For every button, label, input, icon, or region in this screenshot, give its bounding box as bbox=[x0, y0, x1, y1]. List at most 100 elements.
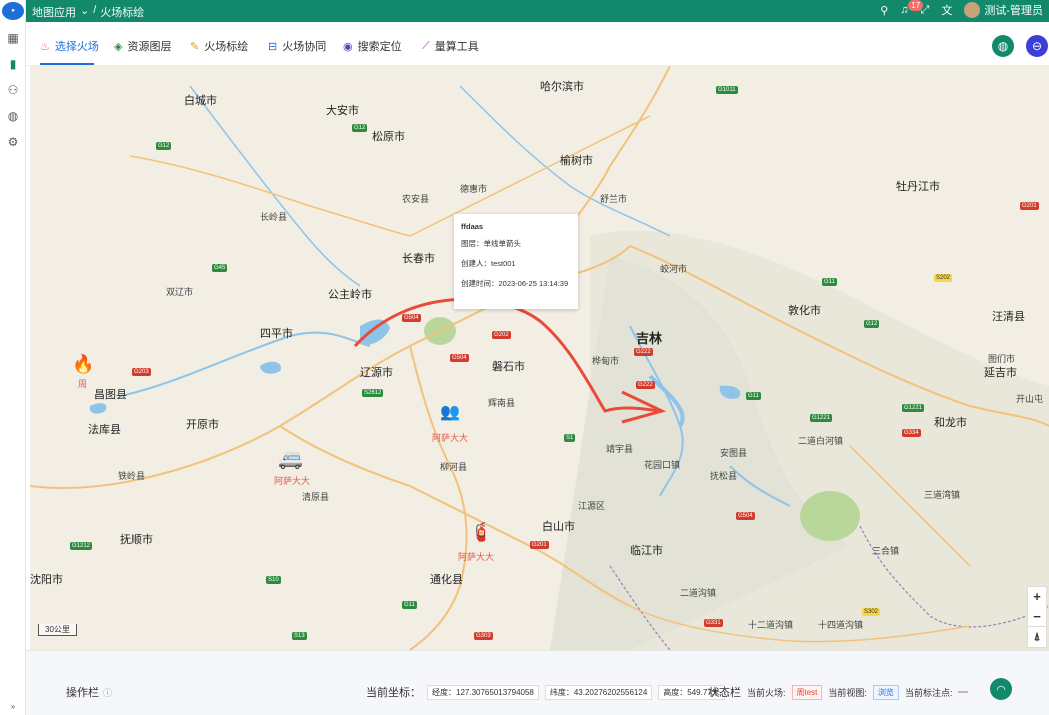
operation-bar-label: 操作栏 bbox=[66, 687, 99, 699]
lat-value: 43.20276202556124 bbox=[573, 687, 648, 697]
fire-marker-label: 周 bbox=[78, 379, 88, 389]
road-shield-g: G45 bbox=[212, 264, 228, 272]
road-shield-r: G334 bbox=[902, 429, 921, 437]
city-sandaowan: 三道湾镇 bbox=[924, 490, 961, 500]
popup-layer-row: 图层：单线单箭头 bbox=[461, 238, 571, 249]
road-shield-r: G222 bbox=[634, 348, 653, 356]
tab-label: 火场标绘 bbox=[204, 41, 249, 53]
pencil-icon: ✎ bbox=[190, 40, 200, 53]
lon-label: 经度： bbox=[432, 687, 456, 697]
city-mudanjiang: 牡丹江市 bbox=[896, 181, 940, 193]
road-shield-g: G1212 bbox=[70, 542, 93, 550]
breadcrumb-page: 火场标绘 bbox=[100, 7, 145, 19]
road-shield-g: G11 bbox=[746, 392, 761, 400]
bell-icon[interactable]: ♫ 17 bbox=[900, 0, 924, 16]
map-view[interactable]: 长春市 吉林 四平市 公主岭市 辽源市 磐石市 桦甸市 蛟河市 敦化市 汪清县 … bbox=[30, 66, 1049, 650]
current-coords-label: 当前坐标： bbox=[366, 687, 421, 699]
cur-view-label: 当前视图: bbox=[828, 687, 867, 698]
city-jingyu: 靖宇县 bbox=[606, 444, 634, 454]
city-jilin: 吉林 bbox=[636, 331, 663, 346]
popup-value: test001 bbox=[491, 259, 516, 268]
truck-marker-icon[interactable]: 🚐 bbox=[278, 446, 303, 471]
city-huadian: 桦甸市 bbox=[592, 356, 620, 366]
lock-button[interactable]: ⊖ bbox=[1026, 35, 1048, 57]
city-tumen: 图们市 bbox=[988, 354, 1016, 364]
road-shield-r: G504 bbox=[736, 512, 755, 520]
tab-measure-tools[interactable]: ⟋ 量算工具 bbox=[422, 38, 479, 54]
branch-icon[interactable]: ⚇ bbox=[5, 82, 21, 98]
lon-value: 127.30765013794058 bbox=[456, 687, 534, 697]
road-shield-r: G331 bbox=[704, 619, 723, 627]
info-icon[interactable]: ⓘ bbox=[103, 686, 112, 699]
tab-select-fire[interactable]: ♨ 选择火场 bbox=[40, 38, 99, 54]
road-shield-g: G1221 bbox=[902, 404, 925, 412]
road-shield-g: G12 bbox=[352, 124, 368, 132]
settings-icon[interactable]: ⚙ bbox=[5, 134, 21, 150]
city-linjiang: 临江市 bbox=[630, 545, 663, 557]
tab-label: 搜索定位 bbox=[357, 41, 402, 53]
fire-marker-icon[interactable]: 🔥 bbox=[72, 354, 94, 375]
tab-resource-layers[interactable]: ◈ 资源图层 bbox=[114, 38, 171, 54]
road-shield-g: G12 bbox=[156, 142, 172, 150]
tab-label: 资源图层 bbox=[127, 41, 172, 53]
city-kaiyuan: 开原市 bbox=[186, 419, 219, 431]
road-shield-g: S10 bbox=[266, 576, 281, 584]
soldiers-marker-icon[interactable]: 👥 bbox=[440, 402, 460, 422]
wifi-button[interactable]: ◠ bbox=[990, 678, 1012, 700]
globe-icon[interactable]: ◍ bbox=[5, 108, 21, 124]
collapse-icon[interactable]: » bbox=[5, 698, 21, 714]
city-gongzhuling: 公主岭市 bbox=[328, 289, 372, 301]
city-tieling: 铁岭县 bbox=[118, 471, 146, 481]
zoom-controls: + − bbox=[1027, 586, 1047, 628]
translate-icon[interactable]: 文 bbox=[941, 2, 952, 18]
top-bar: 地图应用 ⌄ / 火场标绘 ⚲ ♫ 17 ⤢ 文 测试-管理员 bbox=[26, 0, 1049, 22]
status-bar-label: 状态栏 bbox=[708, 687, 741, 699]
city-liaoyuan: 辽源市 bbox=[360, 367, 393, 379]
city-changchun: 长春市 bbox=[402, 253, 435, 265]
grid-menu-icon[interactable]: ▦ bbox=[5, 30, 21, 46]
city-yushu: 榆树市 bbox=[560, 155, 593, 167]
tab-fire-plot[interactable]: ✎ 火场标绘 bbox=[190, 38, 248, 54]
road-shield-r: G201 bbox=[1020, 202, 1039, 210]
city-panshi: 磐石市 bbox=[492, 361, 525, 373]
compass-control: ⍋ bbox=[1027, 626, 1047, 648]
fire-icon: ♨ bbox=[40, 40, 50, 53]
ruler-icon: ⟋ bbox=[422, 39, 430, 52]
longitude-box: 经度：127.30765013794058 bbox=[427, 684, 539, 700]
coordinate-display: 当前坐标： 经度：127.30765013794058 纬度：43.202762… bbox=[366, 684, 725, 700]
breadcrumb-app[interactable]: 地图应用 bbox=[32, 4, 76, 20]
globe-view-button[interactable]: ◍ bbox=[992, 35, 1014, 57]
left-sidebar: ● ▦ ▮ ⚇ ◍ ⚙ » bbox=[0, 0, 26, 715]
truck-marker-label: 阿萨大大 bbox=[274, 476, 311, 486]
popup-value: 单线单箭头 bbox=[483, 239, 522, 248]
chevron-down-icon: ⌄ bbox=[80, 5, 90, 17]
zoom-out-button[interactable]: − bbox=[1033, 607, 1041, 627]
road-shield-y: S202 bbox=[934, 274, 953, 282]
tab-search-locate[interactable]: ◉ 搜索定位 bbox=[343, 38, 402, 54]
road-shield-y: S302 bbox=[862, 608, 881, 616]
road-shield-g: G1011 bbox=[716, 86, 738, 94]
tab-fire-collab[interactable]: ⊟ 火场协同 bbox=[268, 38, 326, 54]
city-sanhe: 三合镇 bbox=[872, 546, 900, 556]
footer-bar: 操作栏 ⓘ 当前坐标： 经度：127.30765013794058 纬度：43.… bbox=[26, 650, 1049, 715]
city-kaishan: 开山屯 bbox=[1016, 394, 1044, 404]
map-book-icon[interactable]: ▮ bbox=[5, 56, 21, 72]
zoom-in-button[interactable]: + bbox=[1033, 587, 1041, 607]
user-menu[interactable]: 测试-管理员 bbox=[964, 2, 1043, 18]
wifi-icon: ◠ bbox=[996, 683, 1006, 696]
city-daan: 大安市 bbox=[326, 105, 359, 117]
popup-title: ffdaas bbox=[461, 222, 484, 231]
city-changtu: 昌图县 bbox=[94, 389, 127, 401]
layers-icon: ◈ bbox=[114, 40, 123, 53]
city-qingyuan: 清原县 bbox=[302, 492, 330, 502]
tab-label: 量算工具 bbox=[434, 41, 479, 53]
lat-label: 纬度： bbox=[549, 687, 574, 697]
firefighter-marker-icon[interactable]: 🧯 bbox=[470, 522, 492, 543]
compass-icon[interactable]: ⍋ bbox=[1034, 627, 1041, 647]
search-icon[interactable]: ⚲ bbox=[880, 4, 888, 17]
tab-label: 火场协同 bbox=[282, 41, 327, 53]
city-yanji: 延吉市 bbox=[984, 367, 1017, 379]
popup-label: 创建人： bbox=[461, 259, 491, 268]
popup-label: 图层： bbox=[461, 239, 484, 248]
cur-mark-label: 当前标注点: bbox=[904, 687, 953, 698]
